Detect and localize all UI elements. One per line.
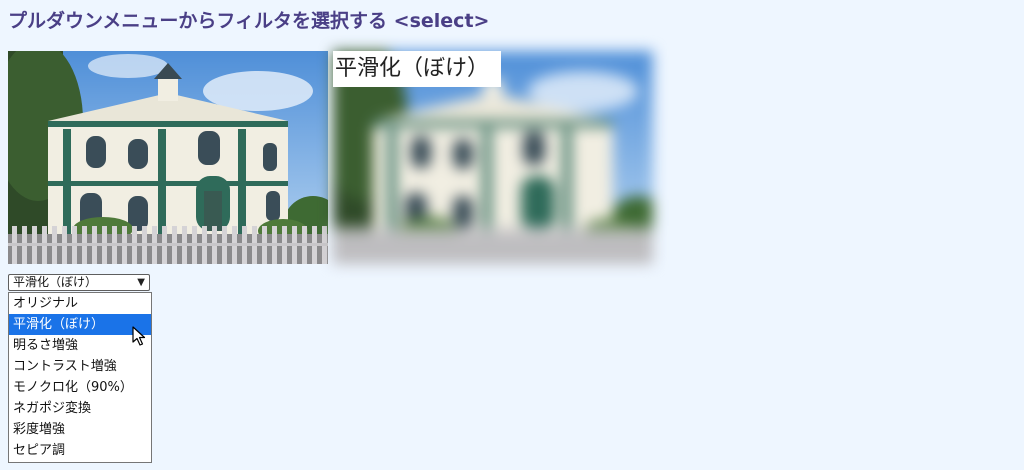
filter-select-value: 平滑化（ぼけ） (13, 275, 98, 289)
chevron-down-icon: ▼ (137, 277, 145, 288)
house-image (8, 51, 328, 264)
option-negative[interactable]: ネガポジ変換 (9, 398, 151, 419)
filter-dropdown-list[interactable]: オリジナル 平滑化（ぼけ） 明るさ増強 コントラスト増強 モノクロ化（90%） … (8, 292, 152, 463)
option-contrast[interactable]: コントラスト増強 (9, 356, 151, 377)
option-monochrome[interactable]: モノクロ化（90%） (9, 377, 151, 398)
filter-select[interactable]: 平滑化（ぼけ） ▼ (8, 274, 150, 291)
page-title: プルダウンメニューからフィルタを選択する <select> (8, 10, 490, 32)
applied-filter-label: 平滑化（ぼけ） (333, 51, 502, 87)
option-saturation[interactable]: 彩度増強 (9, 419, 151, 440)
original-photo (8, 51, 328, 264)
option-smoothing[interactable]: 平滑化（ぼけ） (9, 314, 151, 335)
mouse-pointer-icon (132, 326, 146, 346)
option-original[interactable]: オリジナル (9, 293, 151, 314)
option-sepia[interactable]: セピア調 (9, 440, 151, 461)
option-brightness[interactable]: 明るさ増強 (9, 335, 151, 356)
